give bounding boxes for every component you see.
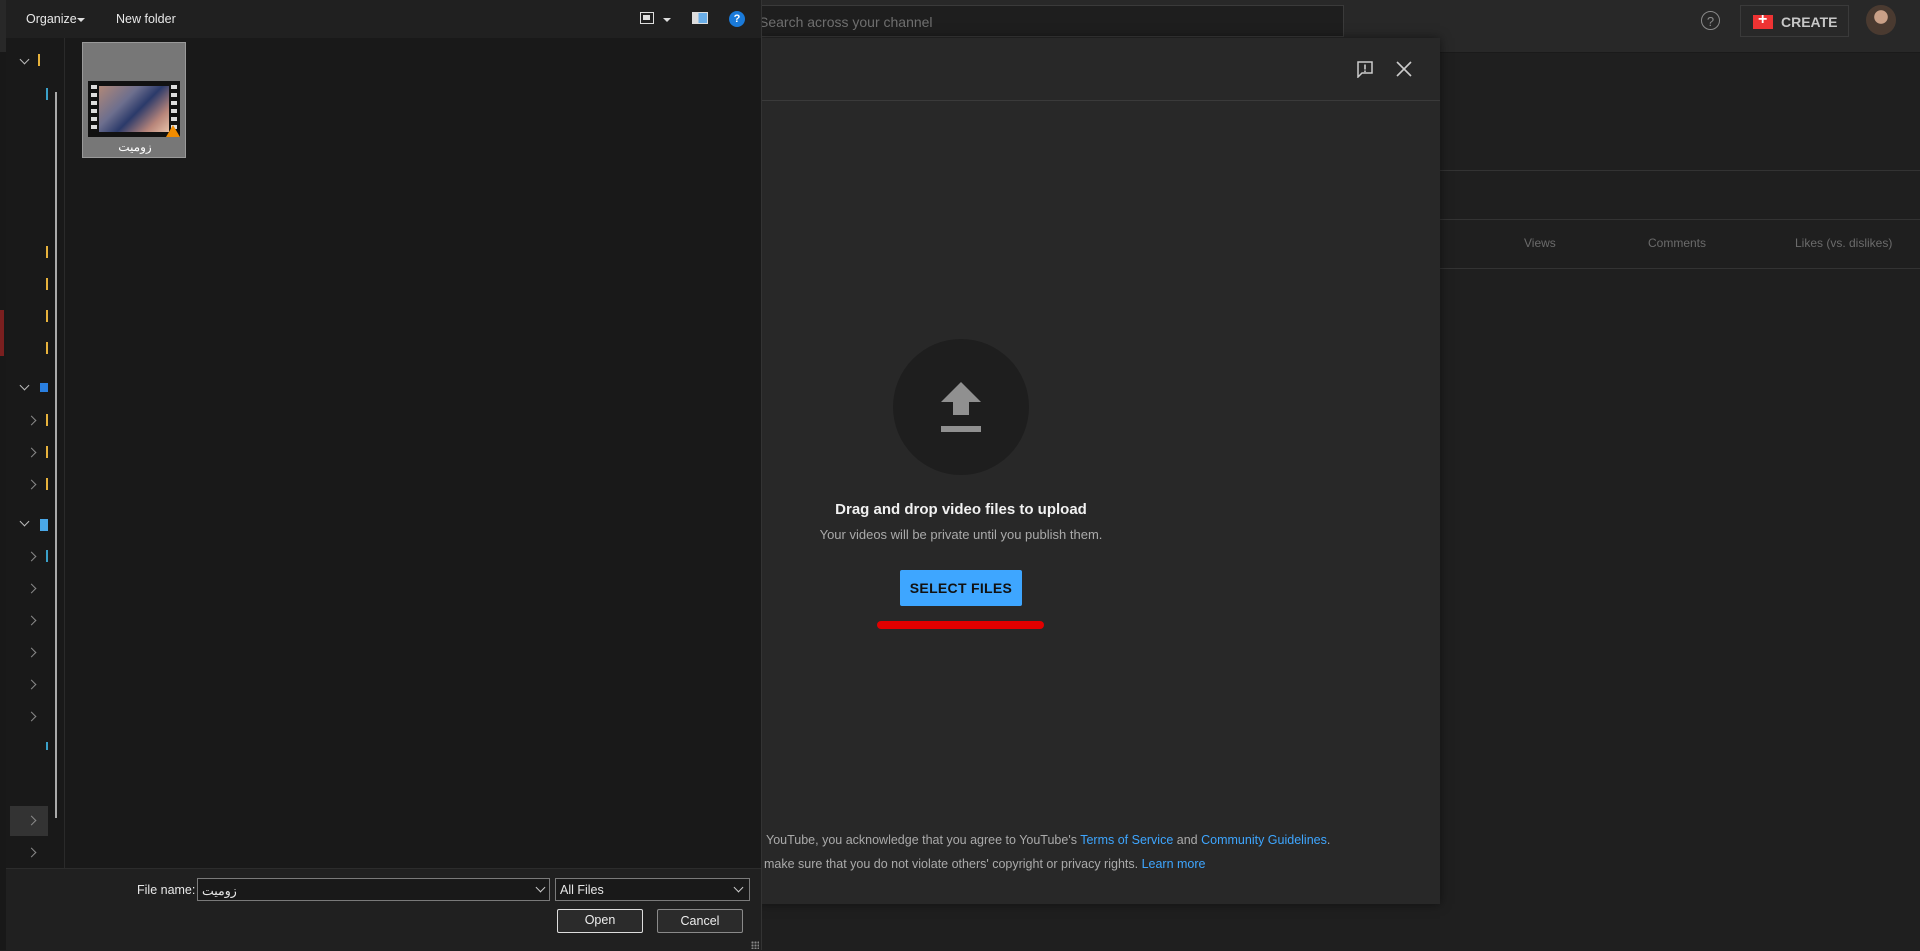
vlc-icon [166,125,180,137]
legal-text: . [1326,833,1331,847]
chevron-right-icon[interactable] [26,551,37,562]
resize-grip-icon[interactable] [751,941,759,949]
select-files-button[interactable]: SELECT FILES [900,570,1022,606]
preview-pane-icon[interactable] [692,12,708,24]
column-header-likes[interactable]: Likes (vs. dislikes) [1795,236,1892,250]
file-item[interactable]: زوميت [82,42,186,158]
chevron-right-icon[interactable] [26,447,37,458]
onedrive-icon [40,383,48,392]
organize-menu[interactable]: Organize [26,12,77,26]
this-pc-icon [40,519,48,531]
close-icon[interactable] [1395,60,1413,78]
caret-down-icon[interactable] [663,18,671,22]
chevron-down-icon[interactable] [19,516,30,527]
pane-divider[interactable] [64,38,65,868]
active-nav-indicator [0,310,4,356]
folder-icon [46,278,48,290]
upload-arrow-icon [941,382,981,432]
help-icon[interactable]: ? [729,11,745,27]
quick-access-icon [38,54,40,66]
divider [1440,268,1920,269]
dialog-toolbar: Organize New folder ? [6,0,761,38]
column-header-comments[interactable]: Comments [1648,236,1706,250]
file-type-select[interactable]: All Files [555,878,750,901]
column-header-views[interactable]: Views [1524,236,1556,250]
file-open-dialog: Organize New folder ? زوميت File name: ز… [6,0,762,951]
search-placeholder: Search across your channel [759,14,933,30]
legal-text: make sure that you do not violate others… [764,857,1142,871]
chevron-right-icon[interactable] [26,479,37,490]
folder-icon [46,310,48,322]
legal-text: and [1173,833,1202,847]
open-button[interactable]: Open [557,909,643,933]
chevron-right-icon[interactable] [26,647,37,658]
file-name-label: زوميت [118,140,152,154]
create-button[interactable]: CREATE [1740,5,1849,37]
divider [1440,170,1920,171]
video-camera-icon [1753,11,1773,29]
navigation-scrollbar[interactable] [55,92,57,818]
chevron-down-icon[interactable] [19,380,30,391]
video-thumbnail [99,86,169,132]
upload-drop-zone[interactable] [893,339,1029,475]
community-guidelines-link[interactable]: Community Guidelines [1201,833,1327,847]
highlight-underline [877,621,1044,629]
new-folder-button[interactable]: New folder [116,12,176,26]
video-file-icon [88,81,180,137]
navigation-pane[interactable] [6,38,64,890]
folder-icon [46,246,48,258]
legal-text: YouTube, you acknowledge that you agree … [766,833,1081,847]
drive-icon [46,742,48,750]
caret-down-icon[interactable] [77,18,85,22]
feedback-icon[interactable] [1356,60,1374,78]
folder-icon [46,342,48,354]
file-name-field[interactable]: زوميت [197,878,550,901]
chevron-down-icon[interactable] [19,54,30,65]
chevron-right-icon[interactable] [26,679,37,690]
folder-icon [46,414,48,426]
chevron-right-icon[interactable] [26,583,37,594]
learn-more-link[interactable]: Learn more [1142,857,1206,871]
chevron-right-icon[interactable] [26,847,37,858]
dialog-header-divider [758,100,1440,101]
avatar[interactable] [1866,5,1896,35]
change-view-icon[interactable] [640,12,654,24]
upload-subtitle: Your videos will be private until you pu… [819,527,1103,542]
upload-title: Drag and drop video files to upload [835,501,1087,518]
chevron-right-icon[interactable] [26,711,37,722]
create-label: CREATE [1781,14,1838,30]
chevron-right-icon[interactable] [26,415,37,426]
film-strip [91,85,97,133]
folder-icon [46,446,48,458]
folder-icon [46,478,48,490]
legal-notice-line-1: YouTube, you acknowledge that you agree … [766,833,1330,847]
chevron-down-icon[interactable] [733,882,744,893]
file-type-value: All Files [560,883,604,897]
folder-icon [46,88,48,100]
chevron-right-icon[interactable] [26,615,37,626]
upload-videos-dialog: Drag and drop video files to upload Your… [758,38,1440,904]
help-icon[interactable]: ? [1701,11,1720,30]
file-name-field-label: File name: [137,883,196,897]
divider [1440,219,1920,220]
chevron-down-icon[interactable] [535,882,546,893]
terms-of-service-link[interactable]: Terms of Service [1080,833,1173,847]
folder-icon [46,550,48,562]
search-input[interactable]: Search across your channel [740,5,1344,37]
dialog-footer: File name: زوميت All Files Open Cancel [6,868,761,951]
file-name-value: زوميت [202,884,237,898]
cancel-button[interactable]: Cancel [657,909,743,933]
legal-notice-line-2: make sure that you do not violate others… [764,857,1206,871]
